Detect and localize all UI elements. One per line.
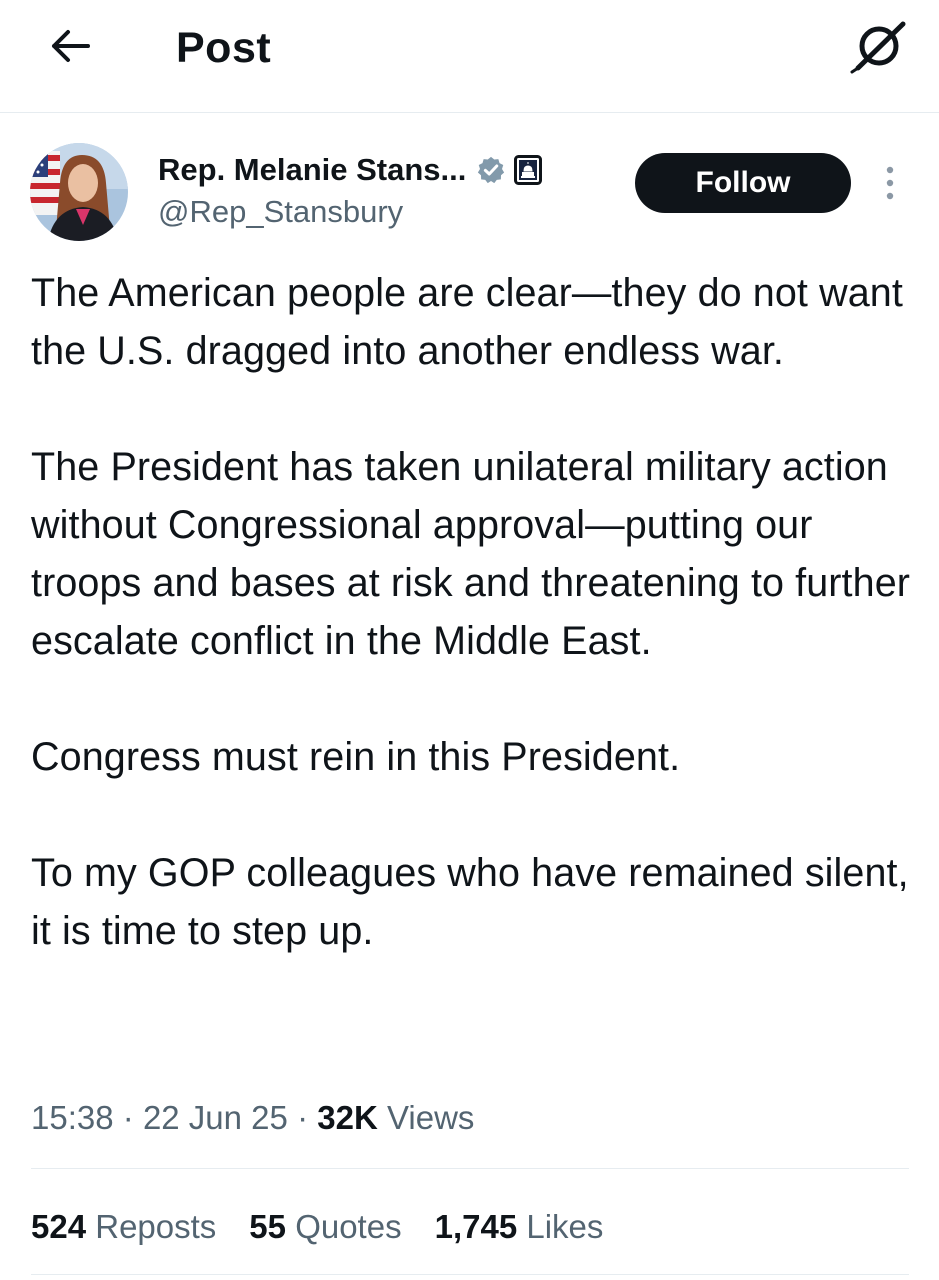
meta-separator: · [122, 1099, 143, 1136]
post-paragraph: The President has taken unilateral milit… [31, 445, 911, 663]
meta-separator: · [297, 1099, 318, 1136]
back-button[interactable] [44, 24, 96, 68]
author-display-name[interactable]: Rep. Melanie Stans... [158, 150, 466, 190]
divider [31, 1274, 909, 1275]
author-avatar[interactable] [30, 143, 128, 241]
likes-count: 1,745 [434, 1208, 518, 1245]
author-name-row: Rep. Melanie Stans... [158, 148, 543, 192]
author-handle[interactable]: @Rep_Stansbury [158, 192, 403, 232]
views-label: Views [386, 1099, 475, 1136]
post-paragraph: Congress must rein in this President. [31, 735, 681, 779]
page-title: Post [176, 24, 272, 72]
post-date[interactable]: 22 Jun 25 [143, 1099, 288, 1136]
post-meta: 15:38 · 22 Jun 25 · 32K Views [31, 1095, 474, 1141]
divider [31, 1168, 909, 1169]
grok-icon [850, 21, 906, 74]
quotes-label: Quotes [295, 1208, 402, 1245]
top-bar: Post [0, 0, 939, 113]
quotes-count: 55 [249, 1208, 287, 1245]
verified-badge-icon[interactable] [476, 155, 506, 185]
capitol-affiliation-icon[interactable] [514, 155, 543, 185]
post-text: The American people are clear—they do no… [31, 264, 911, 960]
post-time[interactable]: 15:38 [31, 1099, 114, 1136]
more-options-button[interactable] [872, 162, 908, 204]
more-vertical-icon [886, 166, 894, 200]
post-paragraph: To my GOP colleagues who have remained s… [31, 851, 909, 953]
quotes-stat[interactable]: 55 Quotes [249, 1204, 401, 1250]
arrow-left-icon [52, 30, 90, 62]
reposts-label: Reposts [95, 1208, 217, 1245]
likes-stat[interactable]: 1,745 Likes [435, 1204, 604, 1250]
views-count: 32K [317, 1099, 378, 1136]
likes-label: Likes [526, 1208, 604, 1245]
engagement-stats: 524 Reposts 55 Quotes 1,745 Likes [31, 1204, 636, 1250]
post-paragraph: The American people are clear—they do no… [31, 271, 903, 373]
reposts-count: 524 [31, 1208, 87, 1245]
grok-button[interactable] [848, 16, 912, 76]
reposts-stat[interactable]: 524 Reposts [31, 1204, 216, 1250]
follow-button[interactable]: Follow [635, 153, 851, 213]
